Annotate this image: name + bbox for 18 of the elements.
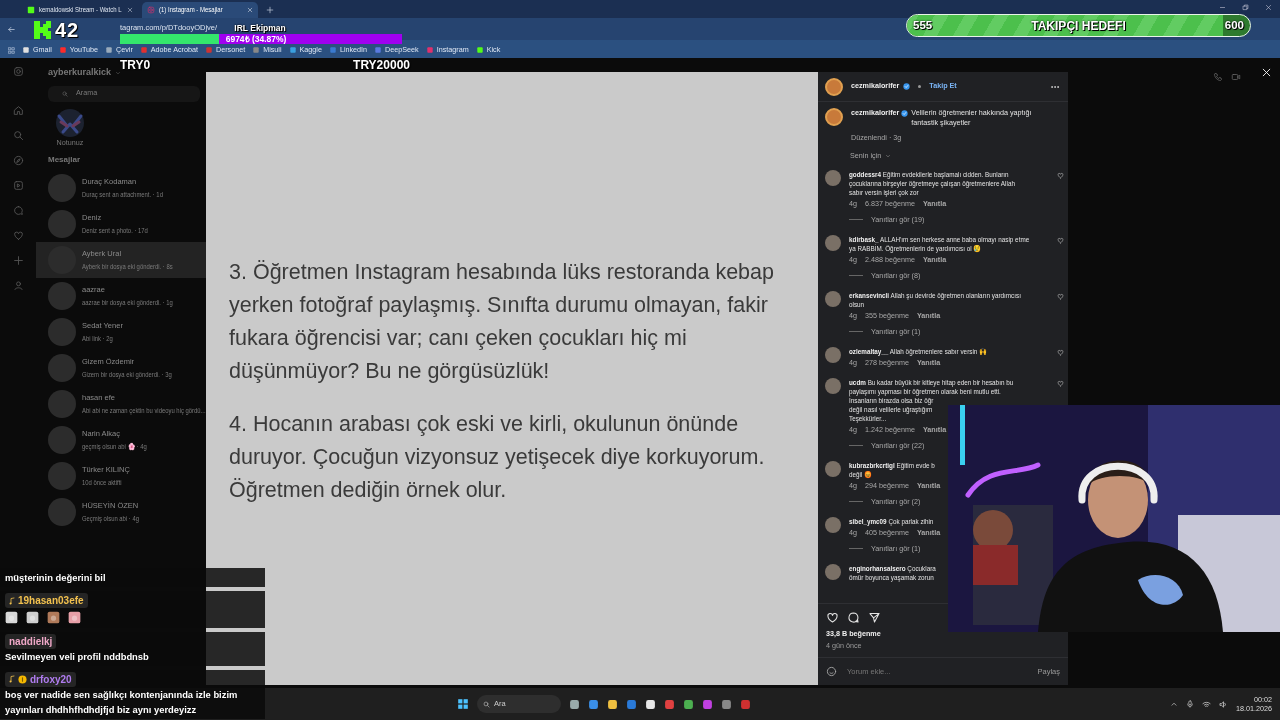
chat-username: 19hasan03efe	[5, 593, 88, 608]
chat-username: drfoxy20	[5, 671, 76, 687]
chat-message: boş ver nadide sen sağlıkçı kontenjanında izle bizim yayınları dhdhhfhdhdjfjd biz aynı yerdeyizz	[5, 688, 239, 717]
post-text: 3. Öğretmen Instagram hesabında lüks restoranda kebap yerken fotoğraf paylaşmış. Sınıfta durumu olmayan, fakir fukara öğrencisi var; canı çeken çocukları hiç mi düşünmüyor? Bu ne görgüsüzlük!	[229, 259, 775, 385]
goal-target: 600	[1224, 17, 1244, 33]
post-text: 4. Hocanın arabası çok eski ve kirli, okulunun önünde duruyor. Çocuğun vizyonsuz yetişecek diye korkuyorum. Öğretmen dediğin örnek olur.	[229, 411, 766, 504]
chat-username: naddielkj	[5, 633, 57, 649]
goal-min: TRY0	[120, 59, 151, 71]
viewer-count: 42	[55, 20, 80, 40]
goal-amount: 6974₺ (34.87%)	[224, 34, 287, 44]
goal-title: TAKIPÇI HEDEFI	[1031, 17, 1126, 35]
goal-title: IRL Ekipman	[234, 23, 286, 34]
goal-max: TRY20000	[353, 59, 410, 71]
chat-message: Sevilmeyen veli profil nddbdnsb	[5, 649, 150, 664]
goal-current: 555	[913, 17, 933, 33]
chat-message: müşterinin değerini bil	[5, 571, 107, 585]
section-title: Mesajlar	[48, 154, 82, 167]
username[interactable]: ayberkuralkick	[48, 66, 112, 80]
